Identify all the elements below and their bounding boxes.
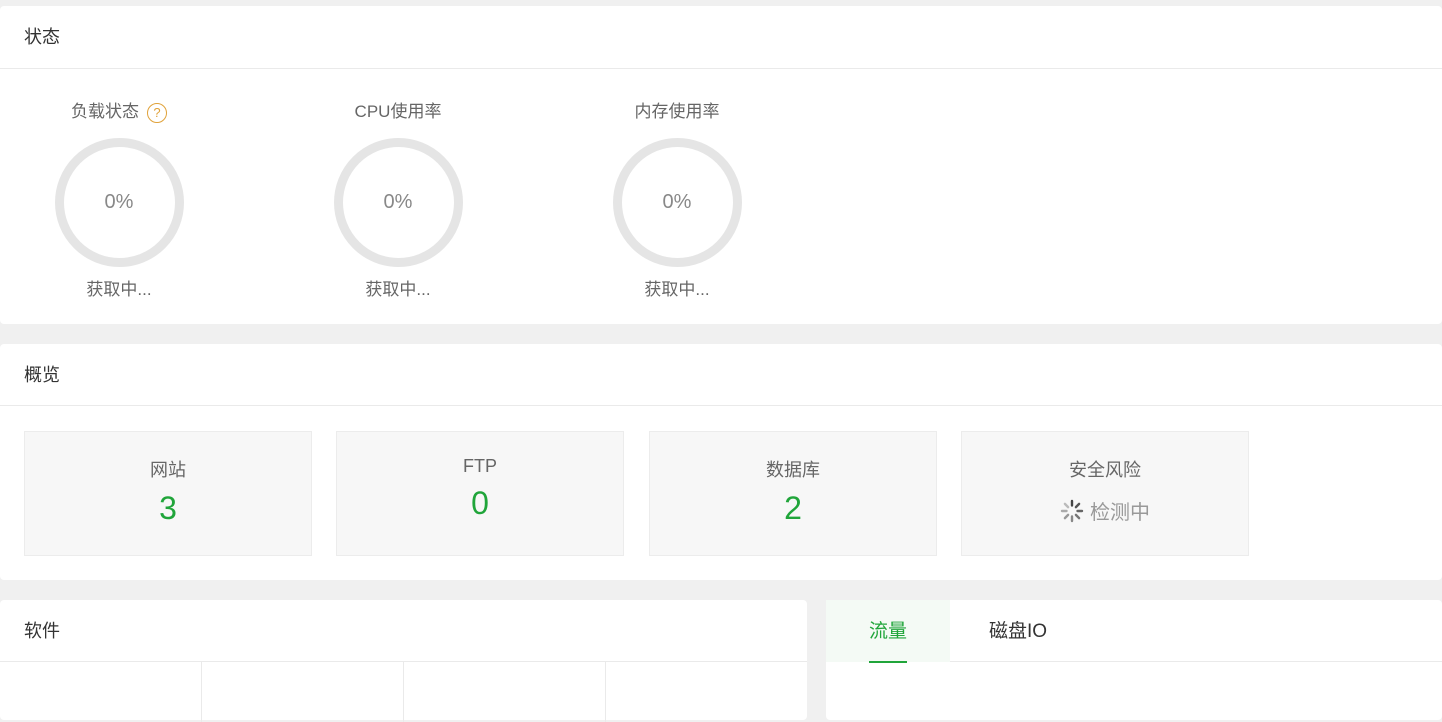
memory-gauge[interactable]: 内存使用率 0% 获取中... xyxy=(597,101,757,300)
cpu-gauge-label: CPU使用率 xyxy=(354,102,442,121)
ftp-count[interactable]: 0 xyxy=(337,485,623,522)
software-slot[interactable] xyxy=(202,662,404,722)
memory-percent: 0% xyxy=(662,191,692,213)
database-label: 数据库 xyxy=(766,460,820,480)
database-count[interactable]: 2 xyxy=(650,490,936,527)
traffic-tabs: 流量 磁盘IO xyxy=(826,600,1442,663)
overview-card-database[interactable]: 数据库 2 xyxy=(649,431,937,556)
overview-card-ftp[interactable]: FTP 0 xyxy=(336,431,624,556)
sites-count[interactable]: 3 xyxy=(25,490,311,527)
overview-card-security-risk[interactable]: 安全风险 检测中 xyxy=(961,431,1249,556)
loading-spinner-icon xyxy=(1060,499,1084,522)
software-slot[interactable] xyxy=(404,662,606,722)
sites-label: 网站 xyxy=(150,460,186,480)
tab-disk-io-label: 磁盘IO xyxy=(988,621,1048,642)
overview-title: 概览 xyxy=(0,344,1442,406)
help-icon[interactable]: ? xyxy=(147,102,167,123)
load-percent: 0% xyxy=(104,191,134,213)
tab-disk-io[interactable]: 磁盘IO xyxy=(956,600,1080,662)
cpu-status-text: 获取中... xyxy=(365,280,431,299)
load-status-text: 获取中... xyxy=(86,280,152,299)
software-title: 软件 xyxy=(0,600,807,662)
memory-ring: 0% xyxy=(612,137,743,268)
software-panel: 软件 xyxy=(0,600,807,722)
active-tab-indicator xyxy=(869,661,907,663)
memory-status-text: 获取中... xyxy=(644,280,710,299)
security-risk-label: 安全风险 xyxy=(1069,460,1141,480)
software-slot[interactable] xyxy=(0,662,202,722)
status-panel: 状态 负载状态? 0% 获取中... CPU使用率 0% 获取中... 内存使用… xyxy=(0,6,1442,324)
cpu-percent: 0% xyxy=(383,191,413,213)
load-gauge-label: 负载状态 xyxy=(71,102,139,121)
memory-gauge-label: 内存使用率 xyxy=(634,102,720,121)
overview-card-sites[interactable]: 网站 3 xyxy=(24,431,312,556)
cpu-ring: 0% xyxy=(333,137,464,268)
ftp-label: FTP xyxy=(463,456,497,476)
overview-panel: 概览 网站 3 FTP 0 数据库 2 安全风险 检测中 xyxy=(0,344,1442,580)
cpu-gauge[interactable]: CPU使用率 0% 获取中... xyxy=(318,101,478,300)
status-title: 状态 xyxy=(0,6,1442,69)
traffic-panel: 流量 磁盘IO xyxy=(826,600,1442,720)
security-detect-text: 检测中 xyxy=(1090,502,1150,524)
load-ring: 0% xyxy=(54,137,185,268)
tab-traffic[interactable]: 流量 xyxy=(826,600,950,663)
tab-traffic-label: 流量 xyxy=(868,621,907,642)
load-gauge[interactable]: 负载状态? 0% 获取中... xyxy=(39,101,199,300)
